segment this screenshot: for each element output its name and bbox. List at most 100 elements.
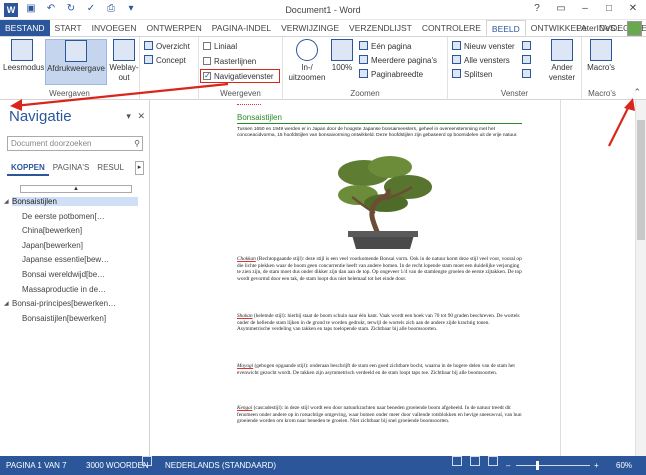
weblayout-label-1: Weblay- <box>109 63 139 72</box>
bonsai-image[interactable] <box>328 155 438 253</box>
een-pagina-button[interactable]: Eén pagina <box>359 41 411 52</box>
rasterlijnen-checkbox[interactable]: Rasterlijnen <box>203 56 256 67</box>
page-count[interactable]: PAGINA 1 VAN 7 <box>6 456 67 475</box>
group-weergaven-small: Overzicht Concept <box>140 37 200 100</box>
split-icon <box>452 69 461 78</box>
zoom-100-button[interactable]: 100% <box>329 39 355 73</box>
document-paragraph[interactable]: Chokkan (Rechtopgaande stijl): deze stij… <box>237 256 522 283</box>
web-layout-icon <box>113 39 135 61</box>
nav-options-icon[interactable]: ▾ <box>126 111 131 121</box>
tab-start[interactable]: START <box>50 20 87 36</box>
search-input[interactable]: Document doorzoeken ⚲ <box>7 136 143 151</box>
style-term: Kengai <box>237 405 253 411</box>
tab-koppen[interactable]: KOPPEN <box>7 160 49 176</box>
tab-paginas[interactable]: PAGINA'S <box>49 160 94 176</box>
rasterlijnen-label: Rasterlijnen <box>214 57 257 66</box>
side-by-side-button[interactable] <box>522 41 534 52</box>
user-name[interactable]: Peter DeS… <box>576 20 624 37</box>
language[interactable]: NEDERLANDS (STANDAARD) <box>165 456 276 475</box>
tab-controlere[interactable]: CONTROLERE <box>417 20 486 36</box>
tab-resultaten[interactable]: RESUL <box>93 160 128 176</box>
intro-paragraph[interactable]: Tussen 1650 en 1949 werden er in Japan d… <box>237 127 522 140</box>
tab-ontwerpen[interactable]: ONTWERPEN <box>141 20 206 36</box>
zoom-level[interactable]: 60% <box>616 456 632 475</box>
liniaal-check-box <box>203 42 211 50</box>
ander-venster-button[interactable]: Ander venster <box>544 39 580 83</box>
tree-expand-icon[interactable]: ◢ <box>4 198 9 205</box>
tab-beeld[interactable]: BEELD <box>485 20 526 36</box>
web-layout-box-icon <box>488 456 498 466</box>
zoom-slider[interactable] <box>516 465 590 466</box>
nav-close-icon[interactable]: ✕ <box>137 111 145 121</box>
tab-verwijzinge[interactable]: VERWIJZINGE <box>276 20 344 36</box>
tree-item[interactable]: De eerste potbomen[… <box>22 212 145 221</box>
tree-item[interactable]: Bonsaistijlen <box>12 197 138 206</box>
close-button[interactable]: ✕ <box>624 2 642 16</box>
nieuw-venster-button[interactable]: Nieuw venster <box>452 41 515 52</box>
zoom-button[interactable]: In-/ uitzoomen <box>287 39 327 83</box>
search-icon[interactable]: ⚲ <box>134 137 140 150</box>
avatar[interactable] <box>627 21 642 36</box>
zoom-in-button[interactable]: + <box>594 456 599 475</box>
read-mode-box-icon <box>452 456 462 466</box>
liniaal-label: Liniaal <box>214 42 238 51</box>
status-bar: PAGINA 1 VAN 7 3000 WOORDEN NEDERLANDS (… <box>0 456 646 475</box>
sync-scroll-button[interactable] <box>522 55 534 66</box>
tree-item[interactable]: Japanse essentie[bew… <box>22 255 145 264</box>
weblayout-button[interactable]: Weblay- out <box>109 39 139 83</box>
nav-tabs: KOPPEN PAGINA'S RESUL ▸ <box>7 160 144 176</box>
tab-verzendlijst[interactable]: VERZENDLIJST <box>344 20 417 36</box>
document-paragraph[interactable]: Kengai (cascadestijl): in deze stijl wor… <box>237 405 522 425</box>
page-width-icon <box>359 69 368 78</box>
word-count[interactable]: 3000 WOORDEN <box>86 456 149 475</box>
group-macros: Macro's Macro's ⌃ <box>582 37 646 100</box>
tab-invoegen[interactable]: INVOEGEN <box>87 20 142 36</box>
ander-venster-label-1: Ander <box>551 63 573 72</box>
paragraph-text: (helemde stijl): hierbij staat de boom s… <box>237 313 520 333</box>
collapse-ribbon-icon[interactable]: ⌃ <box>633 87 641 98</box>
paragraph-text: (cascadestijl): in deze stijl wordt een … <box>237 405 522 425</box>
help-button[interactable]: ? <box>528 2 546 16</box>
nav-tabs-scroll-icon[interactable]: ▸ <box>135 161 144 175</box>
splitsen-button[interactable]: Splitsen <box>452 69 492 80</box>
macros-label: Macro's <box>587 63 615 72</box>
liniaal-checkbox[interactable]: Liniaal <box>203 41 237 52</box>
group-label-weergaven: Weergaven <box>49 89 90 98</box>
tab-pagina-indel[interactable]: PAGINA-INDEL <box>207 20 276 36</box>
scrollbar-thumb[interactable] <box>637 120 645 240</box>
meerdere-paginas-button[interactable]: Meerdere pagina's <box>359 55 437 66</box>
tab-bestand[interactable]: BESTAND <box>0 20 50 36</box>
maximize-button[interactable]: □ <box>600 2 618 16</box>
multiple-pages-icon <box>359 55 368 64</box>
tree-item[interactable]: Japan[bewerken] <box>22 241 145 250</box>
reset-position-button[interactable] <box>522 69 534 80</box>
paginabreedte-button[interactable]: Paginabreedte <box>359 69 423 80</box>
draft-icon <box>144 55 153 64</box>
leesmodus-button[interactable]: Leesmodus <box>3 39 44 73</box>
group-weergeven: Liniaal Rasterlijnen Navigatievenster We… <box>199 37 283 100</box>
document-paragraph[interactable]: Moyogi (gebogen opgaande stijl): onderaa… <box>237 363 522 376</box>
print-layout-box-icon <box>470 456 480 466</box>
tree-expand-icon[interactable]: ◢ <box>4 300 9 307</box>
alle-vensters-button[interactable]: Alle vensters <box>452 55 510 66</box>
zoom-slider-thumb[interactable] <box>535 461 539 470</box>
document-paragraph[interactable]: Shakan (helemde stijl): hierbij staat de… <box>237 313 522 333</box>
tree-item[interactable]: Bonsaistijlen[bewerken] <box>22 314 145 323</box>
tree-item[interactable]: Bonsai-principes[bewerken… <box>12 299 145 308</box>
document-heading[interactable]: Bonsaistijlen <box>237 113 282 122</box>
overzicht-button[interactable]: Overzicht <box>144 41 190 52</box>
ribbon-display-icon[interactable]: ▭ <box>552 2 570 16</box>
tree-item[interactable]: Bonsai wereldwijd[be… <box>22 270 145 279</box>
concept-label: Concept <box>156 56 186 65</box>
zoom-out-button[interactable]: – <box>506 456 510 475</box>
read-mode-icon <box>11 39 33 61</box>
minimize-button[interactable]: – <box>576 2 594 16</box>
vertical-scrollbar[interactable] <box>635 100 646 456</box>
concept-button[interactable]: Concept <box>144 55 186 66</box>
tree-item[interactable]: China[bewerken] <box>22 226 145 235</box>
tree-item[interactable]: Massaproductie in de… <box>22 285 145 294</box>
macros-button[interactable]: Macro's <box>582 39 620 73</box>
afdrukweergave-button[interactable]: Afdrukweergave <box>45 39 107 85</box>
new-window-icon <box>452 41 461 50</box>
tree-scroll-up-icon[interactable]: ▲ <box>20 185 132 193</box>
